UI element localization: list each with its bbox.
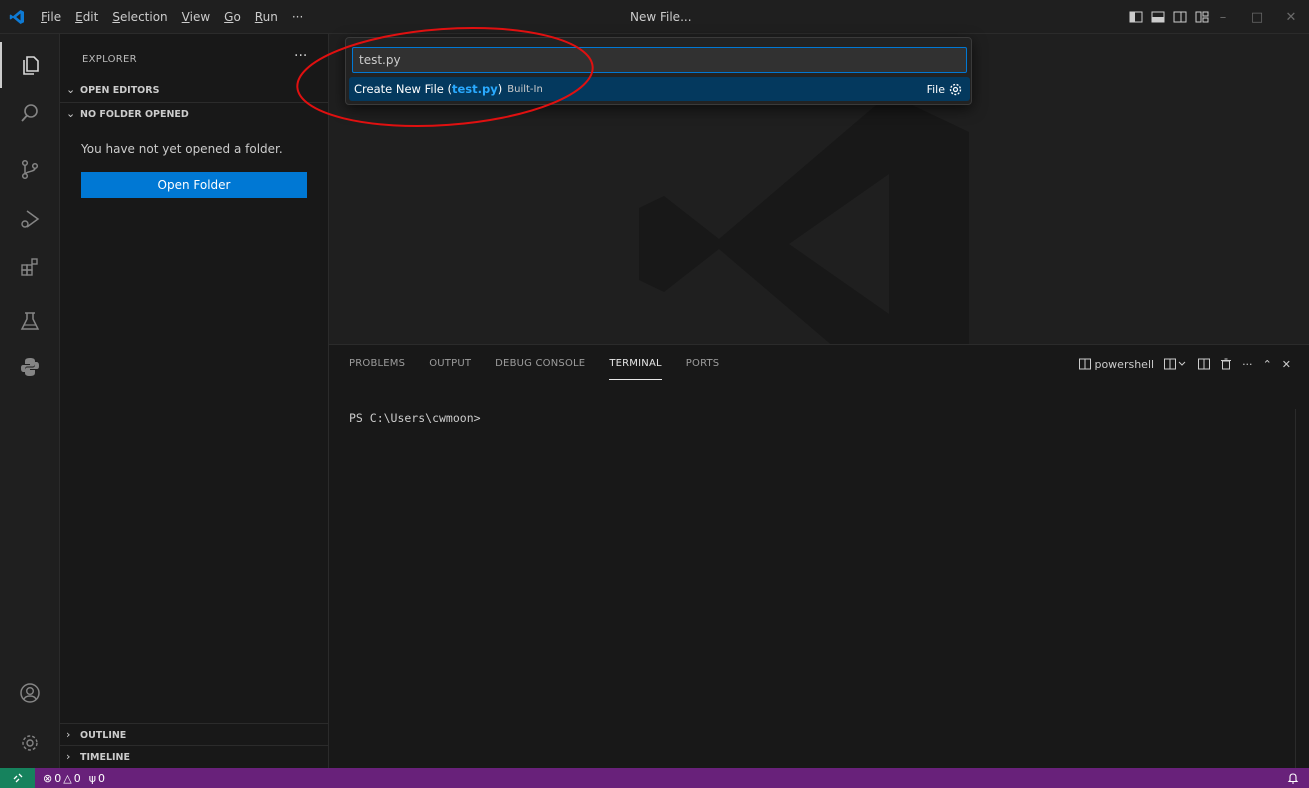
title-bar: File Edit Selection View Go Run ··· New …: [0, 0, 1309, 34]
menu-more[interactable]: ···: [285, 0, 310, 34]
section-outline[interactable]: › OUTLINE: [60, 723, 329, 745]
tab-terminal[interactable]: TERMINAL: [609, 350, 662, 380]
close-panel-icon[interactable]: ✕: [1282, 358, 1291, 371]
maximize-icon[interactable]: □: [1249, 10, 1265, 25]
split-terminal-dropdown-icon[interactable]: [1164, 358, 1188, 370]
trash-icon[interactable]: [1220, 358, 1232, 370]
terminal-prompt[interactable]: PS C:\Users\cwmoon>: [349, 411, 481, 425]
warning-icon: △: [63, 771, 72, 785]
account-icon[interactable]: [0, 670, 60, 716]
search-icon[interactable]: [0, 90, 60, 136]
menu-edit[interactable]: Edit: [68, 0, 105, 34]
menu-run[interactable]: Run: [248, 0, 285, 34]
terminal-scrollbar[interactable]: [1295, 409, 1309, 769]
menu-file[interactable]: File: [34, 0, 68, 34]
problems-status[interactable]: ⊗ 0 △ 0: [39, 768, 85, 788]
option-category: File: [927, 77, 962, 101]
explorer-more-actions[interactable]: ···: [294, 48, 307, 64]
minimize-icon[interactable]: –: [1215, 10, 1231, 25]
chevron-right-icon: ›: [66, 728, 71, 741]
menu-go[interactable]: Go: [217, 0, 248, 34]
tab-debug-console[interactable]: DEBUG CONSOLE: [495, 345, 585, 385]
status-bar: ⊗ 0 △ 0 ψ 0: [0, 768, 1309, 788]
window-controls: – □ ✕: [1215, 0, 1299, 34]
explorer-sidebar: EXPLORER ··· ⌄ OPEN EDITORS ⌄ NO FOLDER OP…: [60, 34, 329, 768]
remote-indicator[interactable]: [0, 768, 35, 788]
panel-more-actions[interactable]: ···: [1242, 358, 1253, 371]
section-no-folder-opened[interactable]: ⌄ NO FOLDER OPENED: [60, 102, 329, 124]
close-icon[interactable]: ✕: [1283, 10, 1299, 25]
toggle-panel-icon[interactable]: [1151, 10, 1165, 24]
new-file-quick-input: Create New File (test.py) Built-In File: [345, 37, 972, 105]
tab-ports[interactable]: PORTS: [686, 345, 720, 385]
manage-gear-icon[interactable]: [0, 720, 60, 766]
split-terminal-icon[interactable]: [1198, 358, 1211, 370]
panel-actions: powershell ··· ⌃ ✕: [1079, 345, 1291, 383]
terminal-selector[interactable]: powershell: [1079, 358, 1154, 371]
menu-selection[interactable]: Selection: [105, 0, 174, 34]
remote-icon: [13, 773, 22, 783]
extensions-icon[interactable]: [0, 244, 60, 290]
antenna-icon: ψ: [88, 771, 96, 785]
activity-bar: [0, 34, 60, 768]
open-folder-button[interactable]: Open Folder: [81, 172, 307, 198]
menu-bar: File Edit Selection View Go Run ···: [34, 0, 310, 34]
gear-icon[interactable]: [949, 83, 962, 96]
chevron-right-icon: ›: [66, 750, 71, 763]
run-debug-icon[interactable]: [0, 196, 60, 242]
option-description: Built-In: [507, 83, 543, 95]
toggle-secondary-sidebar-icon[interactable]: [1173, 10, 1187, 24]
panel-tabs: PROBLEMS OUTPUT DEBUG CONSOLE TERMINAL P…: [349, 345, 719, 385]
customize-layout-icon[interactable]: [1195, 10, 1209, 24]
tab-output[interactable]: OUTPUT: [429, 345, 471, 385]
layout-controls: [1129, 0, 1209, 34]
chevron-down-icon: ⌄: [66, 107, 76, 120]
python-icon[interactable]: [0, 344, 60, 390]
menu-view[interactable]: View: [175, 0, 217, 34]
explorer-title: EXPLORER: [82, 54, 137, 65]
section-open-editors[interactable]: ⌄ OPEN EDITORS: [60, 79, 329, 101]
source-control-icon[interactable]: [0, 146, 60, 192]
toggle-primary-sidebar-icon[interactable]: [1129, 10, 1143, 24]
bottom-panel: PROBLEMS OUTPUT DEBUG CONSOLE TERMINAL P…: [329, 344, 1309, 769]
no-folder-message: You have not yet opened a folder.: [81, 142, 283, 156]
ports-status[interactable]: ψ 0: [85, 768, 109, 788]
window-title: New File...: [630, 10, 692, 24]
vscode-window: File Edit Selection View Go Run ··· New …: [0, 0, 1309, 788]
tab-problems[interactable]: PROBLEMS: [349, 345, 405, 385]
create-new-file-option[interactable]: Create New File (test.py) Built-In File: [349, 77, 970, 101]
new-file-name-input[interactable]: [352, 47, 967, 73]
section-timeline[interactable]: › TIMELINE: [60, 745, 329, 767]
chevron-down-icon: ⌄: [66, 83, 76, 96]
testing-icon[interactable]: [0, 298, 60, 344]
files-icon[interactable]: [0, 42, 60, 88]
error-icon: ⊗: [43, 771, 53, 785]
maximize-panel-icon[interactable]: ⌃: [1263, 358, 1272, 371]
vscode-logo-icon: [0, 0, 34, 34]
terminal-split-icon: [1079, 358, 1092, 370]
vscode-watermark-icon: [639, 94, 969, 344]
notifications-bell-icon[interactable]: [1287, 768, 1299, 788]
